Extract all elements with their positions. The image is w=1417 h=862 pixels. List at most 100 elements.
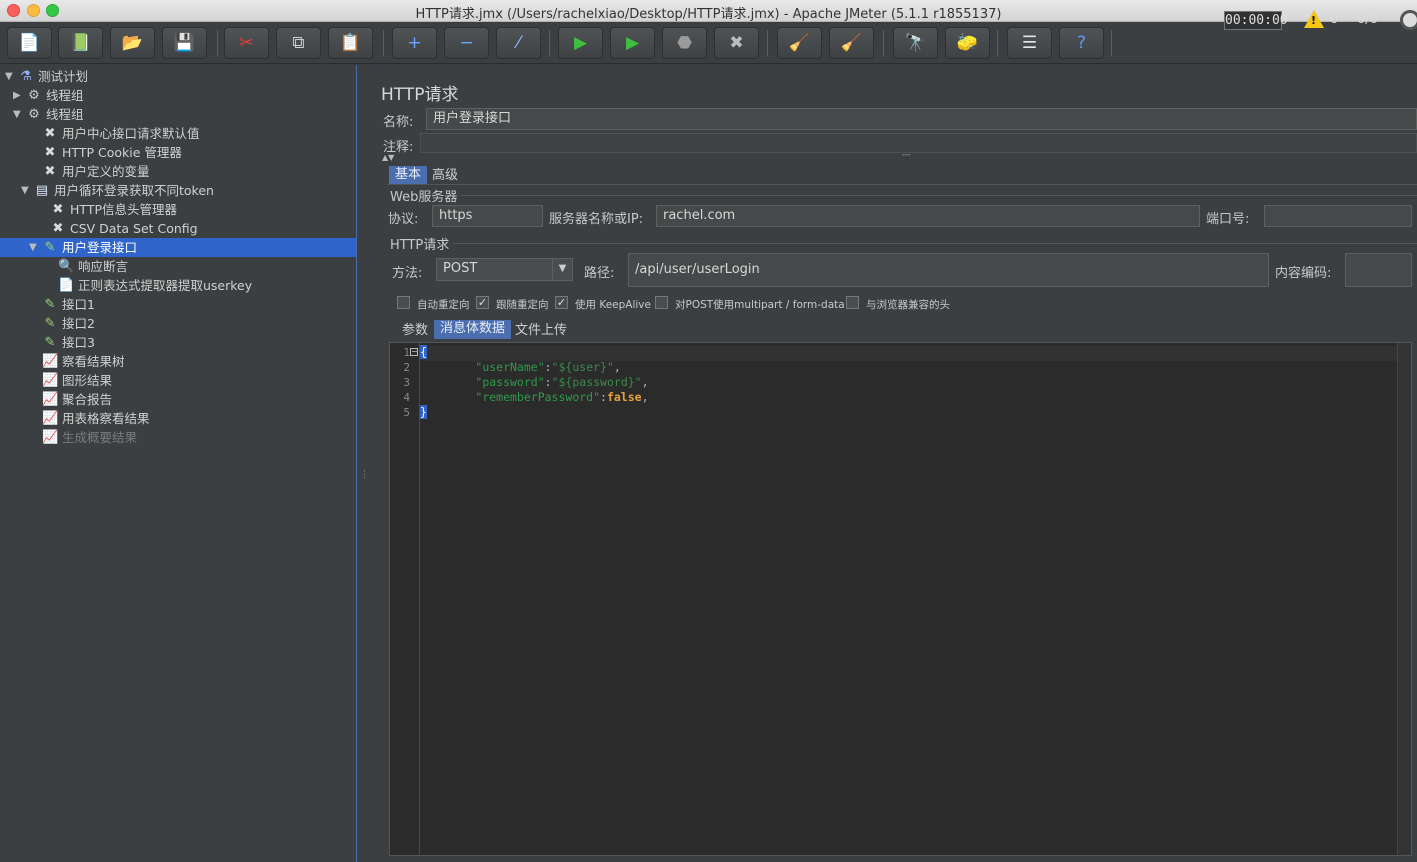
- copy-button[interactable]: ⧉: [276, 27, 321, 59]
- panel-splitter[interactable]: [357, 65, 367, 862]
- templates-button[interactable]: 📗: [58, 27, 103, 59]
- option-checkbox[interactable]: [846, 296, 859, 309]
- expand-button[interactable]: +: [392, 27, 437, 59]
- reset-search-button[interactable]: 🧽: [945, 27, 990, 59]
- tree-node[interactable]: ▼ ✎ 用户登录接口: [0, 238, 356, 257]
- editor-scrollbar[interactable]: [1397, 343, 1411, 855]
- line-number: 3: [403, 376, 410, 389]
- name-label: 名称:: [383, 115, 414, 130]
- controller-icon: ▤: [35, 183, 49, 198]
- json-separator: :: [544, 375, 552, 389]
- tree-node[interactable]: 📈 图形结果: [0, 371, 356, 390]
- tree-node[interactable]: ✖ HTTP Cookie 管理器: [0, 143, 356, 162]
- templates-icon: 📗: [69, 33, 92, 53]
- tab-parameters[interactable]: 参数: [396, 322, 434, 340]
- remote-engines-icon[interactable]: [1400, 10, 1417, 30]
- title-bar: HTTP请求.jmx (/Users/rachelxiao/Desktop/HT…: [0, 0, 1417, 22]
- expanded-arrow-icon[interactable]: ▼: [21, 181, 31, 200]
- tree-node[interactable]: ✎ 接口3: [0, 333, 356, 352]
- paste-button[interactable]: 📋: [328, 27, 373, 59]
- name-field[interactable]: 用户登录接口: [426, 108, 1417, 130]
- collapse-icon: −: [459, 33, 474, 53]
- tree-node[interactable]: 📈 生成概要结果: [0, 428, 356, 447]
- save-icon: 💾: [173, 33, 196, 53]
- chevron-down-icon[interactable]: ▼: [552, 258, 572, 280]
- expanded-arrow-icon[interactable]: ▼: [5, 67, 15, 86]
- group-divider: [453, 243, 1417, 244]
- tree-node[interactable]: ▶ ⚙ 线程组: [0, 86, 356, 105]
- expanded-arrow-icon[interactable]: ▼: [13, 105, 23, 124]
- tree-node-label: 用户中心接口请求默认值: [62, 126, 200, 141]
- open-button[interactable]: 📂: [110, 27, 155, 59]
- tree-node[interactable]: ✖ 用户中心接口请求默认值: [0, 124, 356, 143]
- toggle-button[interactable]: ⁄: [496, 27, 541, 59]
- help-button[interactable]: ?: [1059, 27, 1104, 59]
- path-field[interactable]: /api/user/userLogin: [628, 253, 1269, 287]
- server-field[interactable]: rachel.com: [656, 205, 1200, 227]
- start-no-pause-button[interactable]: ▶: [610, 27, 655, 59]
- collapsed-arrow-icon[interactable]: ▶: [13, 86, 23, 105]
- wrench-icon: ✖: [52, 202, 64, 217]
- tab-files-upload[interactable]: 文件上传: [509, 322, 573, 340]
- toolbar: 📄 📗 📂 💾 ✂ ⧉ 📋 + − ⁄ ▶ ▶ ⬣ ✖ 🧹 🧹 🔭 🧽 ☰?: [0, 22, 1417, 64]
- save-button[interactable]: 💾: [162, 27, 207, 59]
- option-checkbox[interactable]: [655, 296, 668, 309]
- comment-field[interactable]: [420, 133, 1417, 153]
- tree-node[interactable]: ✖ HTTP信息头管理器: [0, 200, 356, 219]
- protocol-label: 协议:: [388, 212, 419, 227]
- json-key: "userName": [475, 360, 545, 374]
- resize-grip-icon[interactable]: ″″″: [902, 153, 911, 162]
- tree-node-label: 测试计划: [38, 69, 89, 84]
- port-field[interactable]: [1264, 205, 1412, 227]
- option-checkbox[interactable]: ✓: [476, 296, 489, 309]
- tree-node[interactable]: 🔍 响应断言: [0, 257, 356, 276]
- tree-node[interactable]: 📈 用表格察看结果: [0, 409, 356, 428]
- clear-button[interactable]: 🧹: [777, 27, 822, 59]
- fold-toggle-icon[interactable]: −: [410, 348, 418, 356]
- tree-node[interactable]: ✖ 用户定义的变量: [0, 162, 356, 181]
- code-line: {: [420, 345, 427, 359]
- code-line: "userName":"${user}",: [420, 360, 620, 374]
- tab-basic[interactable]: 基本: [389, 166, 428, 184]
- tree-node[interactable]: ▼ ▤ 用户循环登录获取不同token: [0, 181, 356, 200]
- clear-all-button[interactable]: 🧹: [829, 27, 874, 59]
- warning-mark: !: [1311, 14, 1317, 27]
- json-key: "rememberPassword": [475, 390, 601, 404]
- tree-node[interactable]: 📄 正则表达式提取器提取userkey: [0, 276, 356, 295]
- option-label: 跟随重定向: [496, 299, 549, 311]
- tree-node[interactable]: ▼ ⚗ 测试计划: [0, 67, 356, 86]
- json-separator: :: [600, 390, 607, 404]
- tree-node[interactable]: ✖ CSV Data Set Config: [0, 219, 356, 238]
- stop-button[interactable]: ⬣: [662, 27, 707, 59]
- tab-advanced[interactable]: 高级: [426, 167, 464, 185]
- json-value: "${password}": [551, 375, 642, 389]
- tree-node[interactable]: ▼ ⚙ 线程组: [0, 105, 356, 124]
- start-button[interactable]: ▶: [558, 27, 603, 59]
- tree-node[interactable]: ✎ 接口1: [0, 295, 356, 314]
- line-number: 2: [403, 361, 410, 374]
- option-label: 使用 KeepAlive: [575, 299, 651, 311]
- collapse-button[interactable]: −: [444, 27, 489, 59]
- collapse-toggle-icon[interactable]: ▲▼: [382, 153, 394, 162]
- tree-node-label: 线程组: [46, 107, 84, 122]
- tree-node-label: 用户循环登录获取不同token: [54, 183, 214, 198]
- tree-node[interactable]: ✎ 接口2: [0, 314, 356, 333]
- new-icon: 📄: [18, 33, 41, 53]
- body-data-editor[interactable]: 12345 − { "userName":"${user}", "passwor…: [389, 342, 1412, 856]
- clear-all-icon: 🧹: [840, 33, 863, 53]
- expanded-arrow-icon[interactable]: ▼: [29, 238, 39, 257]
- tree-node[interactable]: 📈 聚合报告: [0, 390, 356, 409]
- protocol-field[interactable]: https: [432, 205, 543, 227]
- option-checkbox[interactable]: ✓: [555, 296, 568, 309]
- option-checkbox[interactable]: [397, 296, 410, 309]
- group-divider: [461, 195, 1417, 196]
- search-button[interactable]: 🔭: [893, 27, 938, 59]
- cut-button[interactable]: ✂: [224, 27, 269, 59]
- shutdown-button[interactable]: ✖: [714, 27, 759, 59]
- tab-body-data[interactable]: 消息体数据: [434, 320, 512, 339]
- toggle-icon: ⁄: [517, 33, 520, 53]
- new-button[interactable]: 📄: [7, 27, 52, 59]
- encoding-field[interactable]: [1345, 253, 1412, 287]
- tree-node[interactable]: 📈 察看结果树: [0, 352, 356, 371]
- function-helper-button[interactable]: ☰: [1007, 27, 1052, 59]
